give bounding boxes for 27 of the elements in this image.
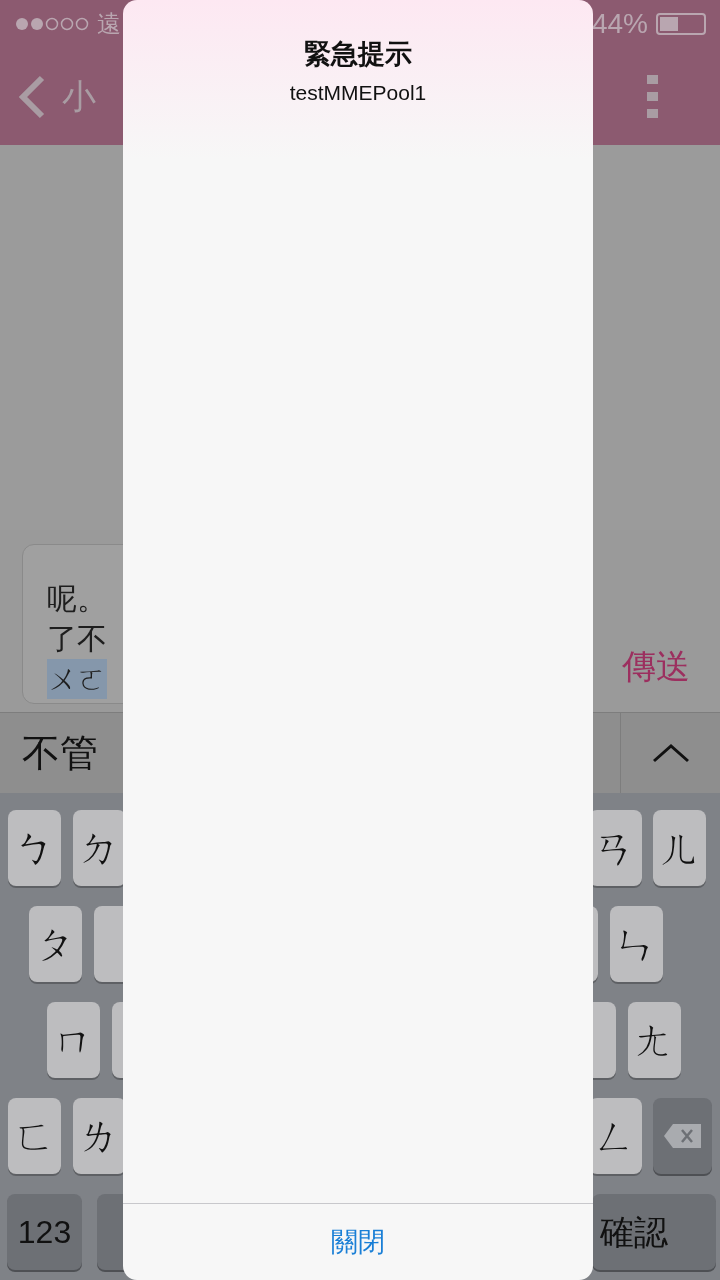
carrier-label: 遠 bbox=[97, 9, 121, 40]
input-text-line: 呢。 bbox=[47, 580, 108, 618]
more-icon[interactable] bbox=[646, 74, 660, 119]
battery-percent: 44% bbox=[591, 7, 648, 41]
keyboard-key[interactable]: ㄤ bbox=[627, 1002, 681, 1078]
keyboard-key[interactable]: ㄣ bbox=[609, 906, 663, 982]
chat-title: 小 bbox=[62, 75, 96, 118]
alert-message: testMMEPool1 bbox=[289, 79, 427, 106]
numbers-key[interactable]: 123 bbox=[7, 1194, 82, 1270]
battery-icon bbox=[656, 13, 706, 35]
back-icon[interactable] bbox=[18, 74, 46, 119]
close-button[interactable]: 關閉 bbox=[123, 1203, 593, 1280]
keyboard-key[interactable]: ㄉ bbox=[72, 810, 126, 886]
input-text-line: 了不 bbox=[47, 620, 108, 658]
keyboard-key[interactable]: ㄈ bbox=[8, 1098, 61, 1174]
candidate-word[interactable]: 不管 bbox=[22, 724, 98, 782]
alert-title: 緊急提示 bbox=[304, 37, 412, 71]
delete-key[interactable] bbox=[653, 1098, 712, 1174]
chevron-up-icon bbox=[651, 743, 690, 763]
keyboard-key[interactable]: ㄦ bbox=[653, 810, 706, 886]
keyboard-key[interactable]: ㄆ bbox=[29, 906, 82, 982]
keyboard-key[interactable]: ㄅ bbox=[8, 810, 61, 886]
keyboard-key[interactable]: ㄇ bbox=[47, 1002, 100, 1078]
confirm-key[interactable]: 確認 bbox=[592, 1194, 716, 1270]
composing-text: ㄨㄛ bbox=[47, 659, 107, 699]
backspace-icon bbox=[662, 1123, 703, 1149]
keyboard-key[interactable]: ㄌ bbox=[72, 1098, 126, 1174]
